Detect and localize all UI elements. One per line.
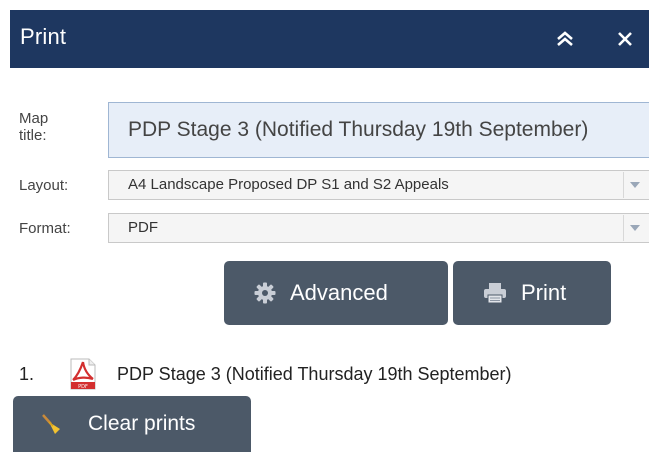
clear-prints-label: Clear prints	[88, 412, 196, 435]
close-button[interactable]	[611, 26, 639, 52]
pdf-file-icon: PDF	[65, 358, 101, 390]
broom-icon	[40, 413, 62, 435]
printer-icon	[483, 282, 507, 304]
svg-text:PDF: PDF	[78, 384, 88, 390]
layout-selected-value: A4 Landscape Proposed DP S1 and S2 Appea…	[128, 176, 449, 193]
double-chevron-up-icon	[557, 31, 573, 46]
advanced-button-label: Advanced	[290, 280, 388, 305]
print-panel-header: Print	[10, 10, 649, 68]
list-item: 1. PDF PDP Stage 3 (Notified Thursday 19…	[19, 358, 512, 390]
format-selected-value: PDF	[128, 219, 158, 236]
map-title-input[interactable]: PDP Stage 3 (Notified Thursday 19th Sept…	[108, 102, 649, 158]
layout-label: Layout:	[19, 177, 69, 194]
print-index: 1.	[19, 363, 35, 384]
format-dropdown-arrow[interactable]	[623, 215, 646, 241]
advanced-button[interactable]: Advanced	[224, 261, 448, 325]
gear-icon	[254, 282, 276, 304]
triangle-down-icon	[630, 182, 640, 188]
triangle-down-icon	[630, 225, 640, 231]
print-result-link[interactable]: PDP Stage 3 (Notified Thursday 19th Sept…	[117, 364, 512, 385]
layout-dropdown-arrow[interactable]	[623, 172, 646, 198]
map-title-label: Map title:	[19, 110, 49, 144]
print-button[interactable]: Print	[453, 261, 611, 325]
close-icon	[618, 32, 632, 46]
clear-prints-button[interactable]: Clear prints	[13, 396, 251, 452]
print-button-label: Print	[521, 280, 567, 305]
format-label: Format:	[19, 220, 71, 237]
format-select[interactable]: PDF	[108, 213, 649, 243]
panel-title: Print	[20, 24, 67, 49]
collapse-button[interactable]	[551, 26, 579, 52]
layout-select[interactable]: A4 Landscape Proposed DP S1 and S2 Appea…	[108, 170, 649, 200]
